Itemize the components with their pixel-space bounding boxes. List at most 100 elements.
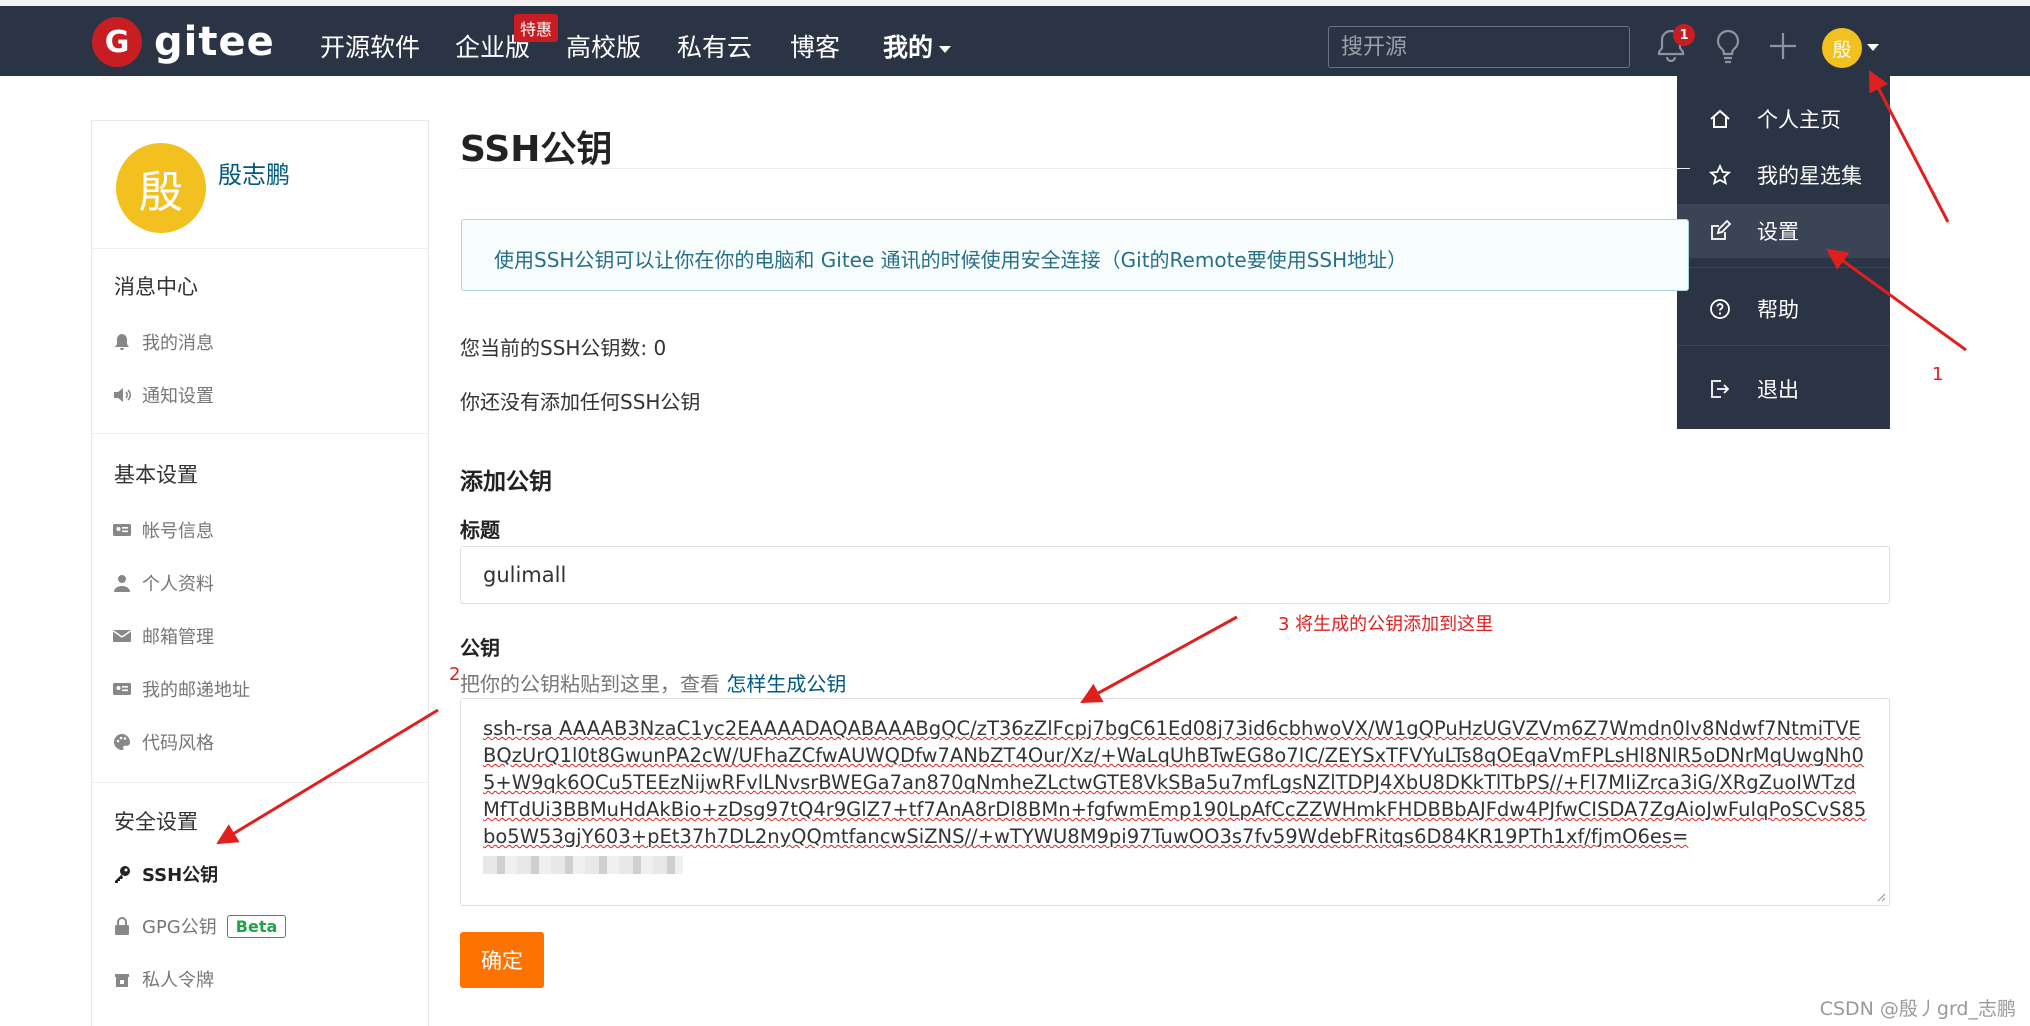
menu-item-label: 我的星选集	[1757, 164, 1862, 188]
search-input[interactable]	[1328, 26, 1630, 68]
section-title-security: 安全设置	[114, 810, 198, 834]
key-hint: 把你的公钥粘贴到这里，查看 怎样生成公钥	[460, 668, 846, 697]
menu-divider	[1677, 345, 1890, 346]
sidebar-item-my-messages[interactable]: 我的消息	[112, 329, 214, 355]
sidebar-item-label: 私人令牌	[142, 970, 214, 991]
public-key-textarea[interactable]: ssh-rsa AAAAB3NzaC1yc2EAAAADAQABAAABgQC/…	[460, 698, 1890, 906]
sidebar-divider	[92, 433, 428, 434]
nav-open-source[interactable]: 开源软件	[320, 28, 420, 64]
ssh-key-count: 您当前的SSH公钥数: 0	[460, 336, 667, 360]
envelope-icon	[113, 630, 131, 642]
how-to-generate-key-link[interactable]: 怎样生成公钥	[726, 672, 846, 696]
lock-icon	[115, 917, 129, 935]
section-title-basic: 基本设置	[114, 463, 198, 487]
avatar-chevron-down-icon[interactable]	[1867, 44, 1879, 51]
sidebar-item-label: 帐号信息	[142, 521, 214, 542]
edit-icon	[1711, 220, 1731, 240]
avatar[interactable]: 殷	[116, 143, 206, 233]
enterprise-promo-badge: 特惠	[514, 14, 559, 42]
submit-button[interactable]: 确定	[460, 932, 544, 988]
menu-item-label: 设置	[1757, 220, 1799, 244]
section-title-messages: 消息中心	[114, 275, 198, 299]
annotation-step-2: 2	[449, 664, 461, 685]
sidebar-item-profile[interactable]: 个人资料	[112, 570, 214, 596]
star-icon	[1709, 164, 1731, 185]
sidebar-item-code-style[interactable]: 代码风格	[112, 729, 214, 755]
sidebar-item-label: 个人资料	[142, 574, 214, 595]
menu-item-label: 个人主页	[1757, 108, 1841, 132]
gitee-logo-text: gitee	[154, 19, 275, 65]
page: G gitee 开源软件 企业版 特惠 高校版 私有云 博客 我的 1 殷 个人…	[0, 0, 2030, 1026]
sidebar-item-label: 我的消息	[142, 333, 214, 354]
menu-item-profile[interactable]: 个人主页	[1677, 92, 1890, 146]
sidebar-item-gpg-keys[interactable]: GPG公钥 Beta	[112, 913, 287, 939]
nav-mine-label: 我的	[883, 33, 934, 62]
annotation-step-1: 1	[1932, 364, 1944, 385]
nav-blog[interactable]: 博客	[790, 28, 840, 64]
gitee-logo-icon: G	[92, 17, 142, 67]
nav-private-cloud[interactable]: 私有云	[677, 28, 752, 64]
nav-education[interactable]: 高校版	[566, 28, 641, 64]
settings-sidebar: 殷 殷志鹏 消息中心 我的消息 通知设置 基本设置 帐号信息 个人资料 邮箱管理	[91, 120, 429, 1026]
user-name-link[interactable]: 殷志鹏	[218, 155, 290, 190]
address-card-icon	[113, 683, 131, 695]
create-button[interactable]	[1768, 28, 1800, 64]
menu-item-logout[interactable]: 退出	[1677, 362, 1890, 416]
beta-badge: Beta	[226, 914, 287, 938]
notification-count-badge: 1	[1673, 24, 1695, 46]
sidebar-item-label: SSH公钥	[142, 865, 219, 886]
sidebar-item-label: GPG公钥	[142, 917, 217, 938]
menu-item-label: 退出	[1757, 378, 1799, 402]
nav-mine-menu[interactable]: 我的	[883, 28, 952, 64]
title-divider	[460, 168, 1690, 169]
key-icon	[115, 866, 130, 883]
annotation-step-3: 3 将生成的公钥添加到这里	[1278, 614, 1494, 635]
logout-icon	[1711, 380, 1730, 398]
sidebar-item-label: 邮箱管理	[142, 627, 214, 648]
user-icon	[114, 575, 130, 592]
sidebar-item-ssh-keys[interactable]: SSH公钥	[112, 861, 218, 887]
sidebar-divider	[92, 782, 428, 783]
sidebar-item-account[interactable]: 帐号信息	[112, 517, 214, 543]
sidebar-item-address[interactable]: 我的邮递地址	[112, 676, 250, 702]
sidebar-item-private-tokens[interactable]: 私人令牌	[112, 966, 214, 992]
redacted-key-suffix	[483, 855, 683, 874]
top-navbar: G gitee 开源软件 企业版 特惠 高校版 私有云 博客 我的 1 殷	[0, 6, 2030, 76]
speaker-icon	[114, 388, 132, 402]
sidebar-item-label: 我的邮递地址	[142, 680, 250, 701]
key-hint-text: 把你的公钥粘贴到这里，查看	[460, 672, 720, 696]
no-keys-message: 你还没有添加任何SSH公钥	[460, 390, 701, 414]
menu-item-stars[interactable]: 我的星选集	[1677, 148, 1890, 202]
menu-divider	[1677, 267, 1890, 268]
chevron-down-icon	[939, 45, 952, 53]
key-label: 公钥	[460, 636, 500, 660]
home-icon	[1710, 109, 1730, 128]
sidebar-profile: 殷 殷志鹏	[92, 121, 428, 249]
palette-icon	[114, 734, 130, 750]
add-key-heading: 添加公钥	[460, 469, 552, 495]
sidebar-item-email[interactable]: 邮箱管理	[112, 623, 214, 649]
sidebar-item-label: 通知设置	[142, 386, 214, 407]
sidebar-item-label: 代码风格	[142, 733, 214, 754]
menu-item-settings[interactable]: 设置	[1677, 204, 1890, 258]
key-title-input[interactable]	[460, 546, 1890, 604]
csdn-watermark: CSDN @殷丿grd_志鹏	[1819, 998, 2016, 1020]
help-circle-icon	[1710, 299, 1730, 319]
plus-icon	[1770, 33, 1796, 59]
id-card-icon	[113, 524, 131, 536]
user-avatar-menu-button[interactable]: 殷	[1822, 28, 1862, 68]
gitee-logo[interactable]: G gitee	[92, 17, 275, 67]
bell-icon	[115, 334, 129, 350]
sidebar-item-notification-settings[interactable]: 通知设置	[112, 382, 214, 408]
public-key-value: ssh-rsa AAAAB3NzaC1yc2EAAAADAQABAAABgQC/…	[483, 717, 1867, 848]
arrow-to-key-textarea	[1080, 615, 1238, 704]
page-title: SSH公钥	[460, 129, 613, 170]
idea-button[interactable]	[1713, 28, 1745, 64]
token-icon	[115, 974, 129, 987]
ssh-info-message: 使用SSH公钥可以让你在你的电脑和 Gitee 通讯的时候使用安全连接（Git的…	[461, 219, 1689, 291]
menu-item-label: 帮助	[1757, 298, 1799, 322]
menu-item-help[interactable]: 帮助	[1677, 282, 1890, 336]
lightbulb-icon	[1716, 29, 1740, 64]
user-dropdown-menu: 个人主页 我的星选集 设置 帮助 退出	[1677, 76, 1890, 429]
resize-handle-icon[interactable]	[1874, 890, 1886, 902]
